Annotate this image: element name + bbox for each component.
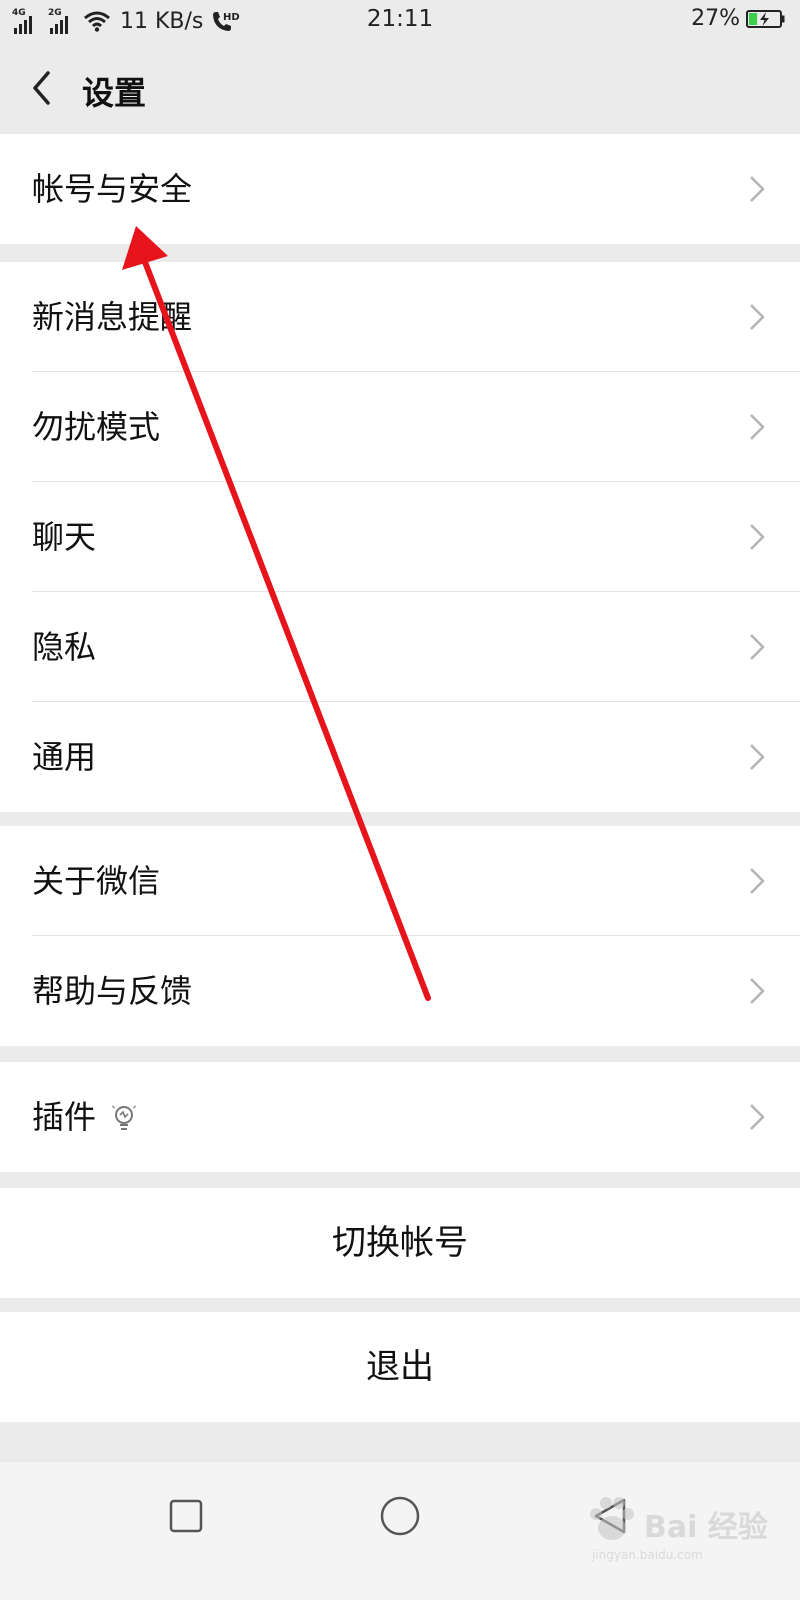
settings-item-label: 插件 (32, 1098, 97, 1136)
recent-apps-icon (169, 1499, 203, 1533)
settings-item-do-not-disturb[interactable]: 勿扰模式 (0, 372, 800, 482)
settings-item-about-wechat[interactable]: 关于微信 (0, 826, 800, 936)
back-button[interactable] (20, 64, 64, 112)
settings-item-account-security[interactable]: 帐号与安全 (0, 134, 800, 244)
settings-item-label: 关于微信 (32, 862, 161, 900)
settings-group-account: 帐号与安全 (0, 134, 800, 244)
settings-item-general[interactable]: 通用 (0, 702, 800, 812)
settings-item-label: 新消息提醒 (32, 298, 193, 336)
recent-apps-button[interactable] (131, 1462, 241, 1570)
battery-percent: 27% (691, 6, 740, 31)
chevron-right-icon (750, 176, 765, 202)
home-icon (380, 1496, 420, 1536)
settings-item-label: 勿扰模式 (32, 408, 161, 446)
home-button[interactable] (345, 1462, 455, 1570)
logout-button[interactable]: 退出 (0, 1312, 800, 1422)
settings-group-about: 关于微信 帮助与反馈 (0, 826, 800, 1046)
settings-item-chat[interactable]: 聊天 (0, 482, 800, 592)
chevron-right-icon (750, 634, 765, 660)
settings-item-help-feedback[interactable]: 帮助与反馈 (0, 936, 800, 1046)
chevron-right-icon (750, 1104, 765, 1130)
settings-item-label: 帮助与反馈 (32, 972, 193, 1010)
settings-item-notifications[interactable]: 新消息提醒 (0, 262, 800, 372)
watermark-text: Bai 经验 (644, 1510, 768, 1545)
settings-item-label: 聊天 (32, 518, 97, 556)
chevron-right-icon (750, 744, 765, 770)
chevron-right-icon (750, 414, 765, 440)
chevron-left-icon (33, 71, 50, 105)
switch-account-group: 切换帐号 (0, 1188, 800, 1298)
watermark-subtext: jingyan.baidu.com (592, 1548, 703, 1562)
settings-group-general: 新消息提醒 勿扰模式 聊天 隐私 通用 (0, 262, 800, 812)
chevron-right-icon (750, 978, 765, 1004)
settings-group-plugins: 插件 (0, 1062, 800, 1172)
paw-logo-icon (590, 1497, 634, 1540)
switch-account-button[interactable]: 切换帐号 (0, 1188, 800, 1298)
status-bar: 4G 2G 11 KB/s HD 21:11 27% (0, 0, 800, 42)
chevron-right-icon (750, 524, 765, 550)
settings-item-plugins[interactable]: 插件 (0, 1062, 800, 1172)
status-right: 27% (691, 6, 786, 31)
chevron-right-icon (750, 304, 765, 330)
logout-group: 退出 (0, 1312, 800, 1422)
settings-item-label: 帐号与安全 (32, 170, 193, 208)
watermark: Bai 经验 jingyan.baidu.com (574, 1488, 784, 1588)
page-title: 设置 (82, 74, 147, 112)
settings-item-label: 通用 (32, 738, 97, 776)
settings-item-label: 隐私 (32, 628, 97, 666)
chevron-right-icon (750, 868, 765, 894)
lightbulb-icon (111, 1105, 137, 1130)
battery-charging-icon (746, 9, 785, 28)
title-bar: 设置 (0, 42, 800, 134)
battery-fill (749, 12, 758, 25)
settings-item-privacy[interactable]: 隐私 (0, 592, 800, 702)
clock: 21:11 (366, 6, 434, 32)
